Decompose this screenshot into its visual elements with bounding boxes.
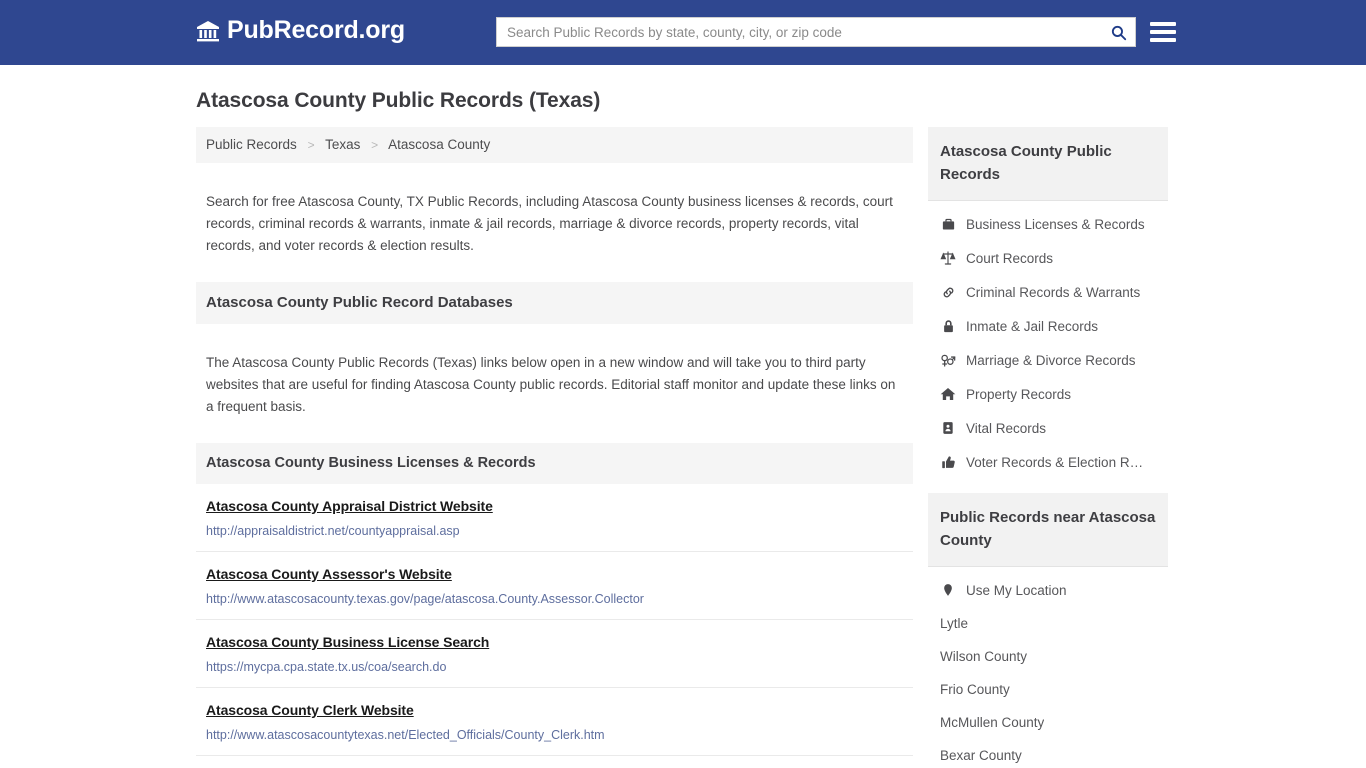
databases-paragraph: The Atascosa County Public Records (Texa… — [206, 354, 896, 414]
site-header: PubRecord.org — [0, 0, 1366, 65]
sidebar-item-label: Business Licenses & Records — [966, 216, 1145, 232]
nearby-card-title: Public Records near Atascosa County — [928, 493, 1168, 567]
hamburger-menu-button[interactable] — [1150, 19, 1176, 45]
nearby-place-wilson-county[interactable]: Wilson County — [928, 640, 1168, 673]
breadcrumb-item-public-records[interactable]: Public Records — [206, 137, 297, 152]
site-logo-text: PubRecord.org — [227, 16, 405, 44]
venus-mars-icon — [940, 352, 956, 368]
sidebar-item-label: Criminal Records & Warrants — [966, 284, 1141, 300]
record-link-url: http://www.atascosacountytexas.net/Elect… — [206, 728, 605, 742]
search-button[interactable] — [1101, 18, 1135, 46]
intro-paragraph: Search for free Atascosa County, TX Publ… — [206, 193, 893, 253]
hamburger-line — [1150, 30, 1176, 34]
balance-scale-icon — [940, 250, 956, 266]
nearby-card: Public Records near Atascosa County Use … — [928, 493, 1168, 768]
sidebar-item-label: Marriage & Divorce Records — [966, 352, 1136, 368]
map-marker-icon — [940, 582, 956, 598]
use-my-location-label: Use My Location — [966, 582, 1067, 598]
nearby-place-label: Wilson County — [940, 649, 1028, 664]
record-link-row: Atascosa County Clerk Website http://www… — [196, 688, 913, 756]
nearby-place-lytle[interactable]: Lytle — [928, 607, 1168, 640]
site-logo[interactable]: PubRecord.org — [196, 18, 405, 43]
sidebar-item-business-licenses[interactable]: Business Licenses & Records — [928, 207, 1168, 241]
search-icon — [1111, 25, 1126, 40]
sidebar-item-label: Voter Records & Election R… — [966, 454, 1144, 470]
hamburger-line — [1150, 38, 1176, 42]
record-link-url: http://www.atascosacounty.texas.gov/page… — [206, 592, 644, 606]
sidebar-item-marriage-divorce-records[interactable]: Marriage & Divorce Records — [928, 343, 1168, 377]
page-body: Atascosa County Public Records (Texas) P… — [0, 89, 1366, 768]
nearby-place-label: Lytle — [940, 616, 969, 631]
bank-icon — [196, 19, 220, 43]
lock-icon — [940, 318, 956, 334]
breadcrumb-separator: > — [307, 138, 315, 152]
nearby-place-frio-county[interactable]: Frio County — [928, 673, 1168, 706]
briefcase-icon — [940, 216, 956, 232]
records-card: Atascosa County Public Records Business … — [928, 127, 1168, 479]
record-link-row: Atascosa County Appraisal District Websi… — [196, 484, 913, 552]
sidebar-item-label: Vital Records — [966, 420, 1047, 436]
records-card-list: Business Licenses & Records Court Record… — [928, 201, 1168, 479]
breadcrumb-item-texas[interactable]: Texas — [325, 137, 360, 152]
nearby-card-list: Use My Location Lytle Wilson County Frio… — [928, 567, 1168, 768]
main-content: Public Records > Texas > Atascosa County… — [196, 127, 913, 768]
nearby-place-label: Frio County — [940, 682, 1010, 697]
records-card-title: Atascosa County Public Records — [928, 127, 1168, 201]
record-link-title[interactable]: Atascosa County Business License Search — [206, 634, 489, 650]
sidebar-item-court-records[interactable]: Court Records — [928, 241, 1168, 275]
sidebar-item-criminal-records[interactable]: Criminal Records & Warrants — [928, 275, 1168, 309]
sidebar-item-property-records[interactable]: Property Records — [928, 377, 1168, 411]
sidebar-item-inmate-jail-records[interactable]: Inmate & Jail Records — [928, 309, 1168, 343]
record-link-row: Atascosa County Business License Search … — [196, 620, 913, 688]
search-bar — [496, 17, 1136, 47]
nearby-place-label: McMullen County — [940, 715, 1045, 730]
record-link-title[interactable]: Atascosa County Appraisal District Websi… — [206, 498, 493, 514]
hamburger-line — [1150, 22, 1176, 26]
record-link-title[interactable]: Atascosa County Assessor's Website — [206, 566, 452, 582]
sidebar-item-label: Inmate & Jail Records — [966, 318, 1099, 334]
thumbs-up-icon — [940, 454, 956, 470]
sidebar-item-voter-records[interactable]: Voter Records & Election R… — [928, 445, 1168, 479]
nearby-place-label: Bexar County — [940, 748, 1022, 763]
record-link-url: http://appraisaldistrict.net/countyappra… — [206, 524, 460, 538]
home-icon — [940, 386, 956, 402]
record-link-row: Atascosa County Assessor's Website http:… — [196, 552, 913, 620]
sidebar-item-vital-records[interactable]: Vital Records — [928, 411, 1168, 445]
record-link-url: https://mycpa.cpa.state.tx.us/coa/search… — [206, 660, 447, 674]
page-title: Atascosa County Public Records (Texas) — [196, 89, 601, 112]
sidebar-item-label: Property Records — [966, 386, 1072, 402]
breadcrumb: Public Records > Texas > Atascosa County — [196, 127, 913, 163]
search-input[interactable] — [497, 18, 1101, 46]
section-header-business-licenses: Atascosa County Business Licenses & Reco… — [196, 443, 913, 484]
sidebar: Atascosa County Public Records Business … — [928, 127, 1168, 768]
section-header-databases: Atascosa County Public Record Databases — [196, 282, 913, 324]
use-my-location-button[interactable]: Use My Location — [928, 573, 1168, 607]
nearby-place-mcmullen-county[interactable]: McMullen County — [928, 706, 1168, 739]
id-badge-icon — [940, 420, 956, 436]
sidebar-item-label: Court Records — [966, 250, 1054, 266]
record-link-row: Atascosa County Contractor License Searc… — [196, 756, 913, 768]
record-link-title[interactable]: Atascosa County Clerk Website — [206, 702, 414, 718]
chain-link-icon — [940, 284, 956, 300]
breadcrumb-item-atascosa-county[interactable]: Atascosa County — [388, 137, 490, 152]
nearby-place-bexar-county[interactable]: Bexar County — [928, 739, 1168, 768]
breadcrumb-separator: > — [371, 138, 379, 152]
